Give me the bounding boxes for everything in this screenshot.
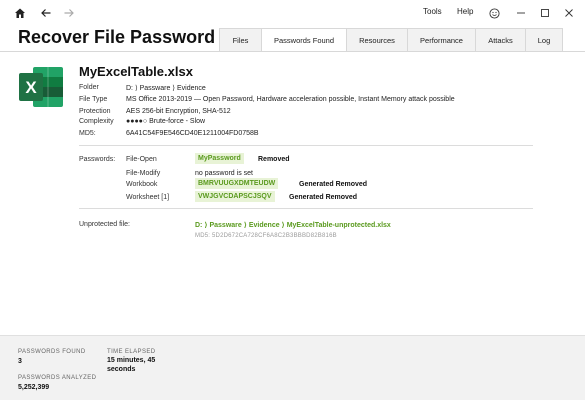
home-icon[interactable]	[9, 3, 31, 23]
close-icon[interactable]	[558, 3, 580, 23]
password-value-workbook[interactable]: BMRVUUGXDMTEUDW	[195, 178, 279, 189]
maximize-icon[interactable]	[534, 3, 556, 23]
excel-icon: X	[18, 66, 64, 108]
excel-icon-letter: X	[25, 78, 37, 97]
app-title: Recover File Password	[18, 27, 216, 47]
detail-value-protection: AES 256-bit Encryption, SHA-512	[126, 108, 231, 115]
forward-arrow-icon[interactable]	[58, 3, 80, 23]
passwords-analyzed-label: PASSWORDS ANALYZED	[18, 375, 97, 381]
tab-log[interactable]: Log	[525, 28, 563, 52]
title-bar: Tools Help	[0, 0, 585, 26]
password-value-file-modify: no password is set	[195, 170, 253, 177]
detail-value-complexity: ●●●●○ Brute-force - Slow	[126, 118, 206, 125]
detail-label-complexity: Complexity	[79, 118, 114, 125]
detail-label-md5: MD5:	[79, 130, 96, 137]
unprotected-file-md5: MD5: 5D2D672CA728CF6A8C2B3BBBD82B816B	[195, 233, 337, 239]
password-type-file-open: File-Open	[126, 156, 157, 163]
file-name: MyExcelTable.xlsx	[79, 64, 193, 79]
tab-attacks[interactable]: Attacks	[475, 28, 525, 52]
status-footer: PASSWORDS FOUND 3 TIME ELAPSED 15 minute…	[0, 335, 585, 400]
tab-files[interactable]: Files	[219, 28, 261, 52]
passwords-section-label: Passwords:	[79, 156, 116, 163]
tab-passwords-found[interactable]: Passwords Found	[261, 28, 346, 52]
detail-value-md5: 6A41C54F9E546CD40E1211004FD0758B	[126, 130, 259, 137]
menu-tools[interactable]: Tools	[423, 7, 442, 16]
password-status-worksheet: Generated Removed	[289, 194, 358, 201]
time-elapsed-value-line1: 15 minutes, 45	[107, 357, 156, 364]
tab-performance[interactable]: Performance	[407, 28, 475, 52]
passwords-found-value: 3	[18, 358, 22, 365]
password-value-file-open[interactable]: MyPassword	[195, 153, 244, 164]
detail-label-file-type: File Type	[79, 96, 108, 103]
password-status-file-open: Removed	[258, 156, 290, 163]
tab-resources[interactable]: Resources	[346, 28, 407, 52]
password-type-file-modify: File-Modify	[126, 170, 161, 177]
password-type-workbook: Workbook	[126, 181, 158, 188]
divider-1	[79, 145, 533, 146]
unprotected-file-link[interactable]: D: ⟩ Passware ⟩ Evidence ⟩ MyExcelTable-…	[195, 221, 391, 229]
menu-help[interactable]: Help	[457, 7, 473, 16]
back-arrow-icon[interactable]	[35, 3, 57, 23]
passwords-analyzed-value: 5,252,399	[18, 384, 50, 391]
password-status-workbook: Generated Removed	[299, 181, 368, 188]
tab-underline	[0, 51, 585, 52]
password-value-worksheet[interactable]: VWJGVCDAPSCJSQV	[195, 191, 275, 202]
unprotected-file-label: Unprotected file:	[79, 221, 130, 228]
detail-label-folder: Folder	[79, 84, 99, 91]
detail-label-protection: Protection	[79, 108, 111, 115]
time-elapsed-value-line2: seconds	[107, 366, 136, 373]
tab-bar: Files Passwords Found Resources Performa…	[219, 28, 563, 52]
passwords-found-label: PASSWORDS FOUND	[18, 349, 86, 355]
detail-value-file-type: MS Office 2013-2019 — Open Password, Har…	[126, 96, 455, 103]
detail-value-folder: D: ⟩ Passware ⟩ Evidence	[126, 85, 206, 92]
time-elapsed-label: TIME ELAPSED	[107, 349, 156, 355]
divider-2	[79, 208, 533, 209]
password-type-worksheet: Worksheet [1]	[126, 194, 170, 201]
minimize-icon[interactable]	[510, 3, 532, 23]
smiley-feedback-icon[interactable]	[483, 3, 505, 23]
